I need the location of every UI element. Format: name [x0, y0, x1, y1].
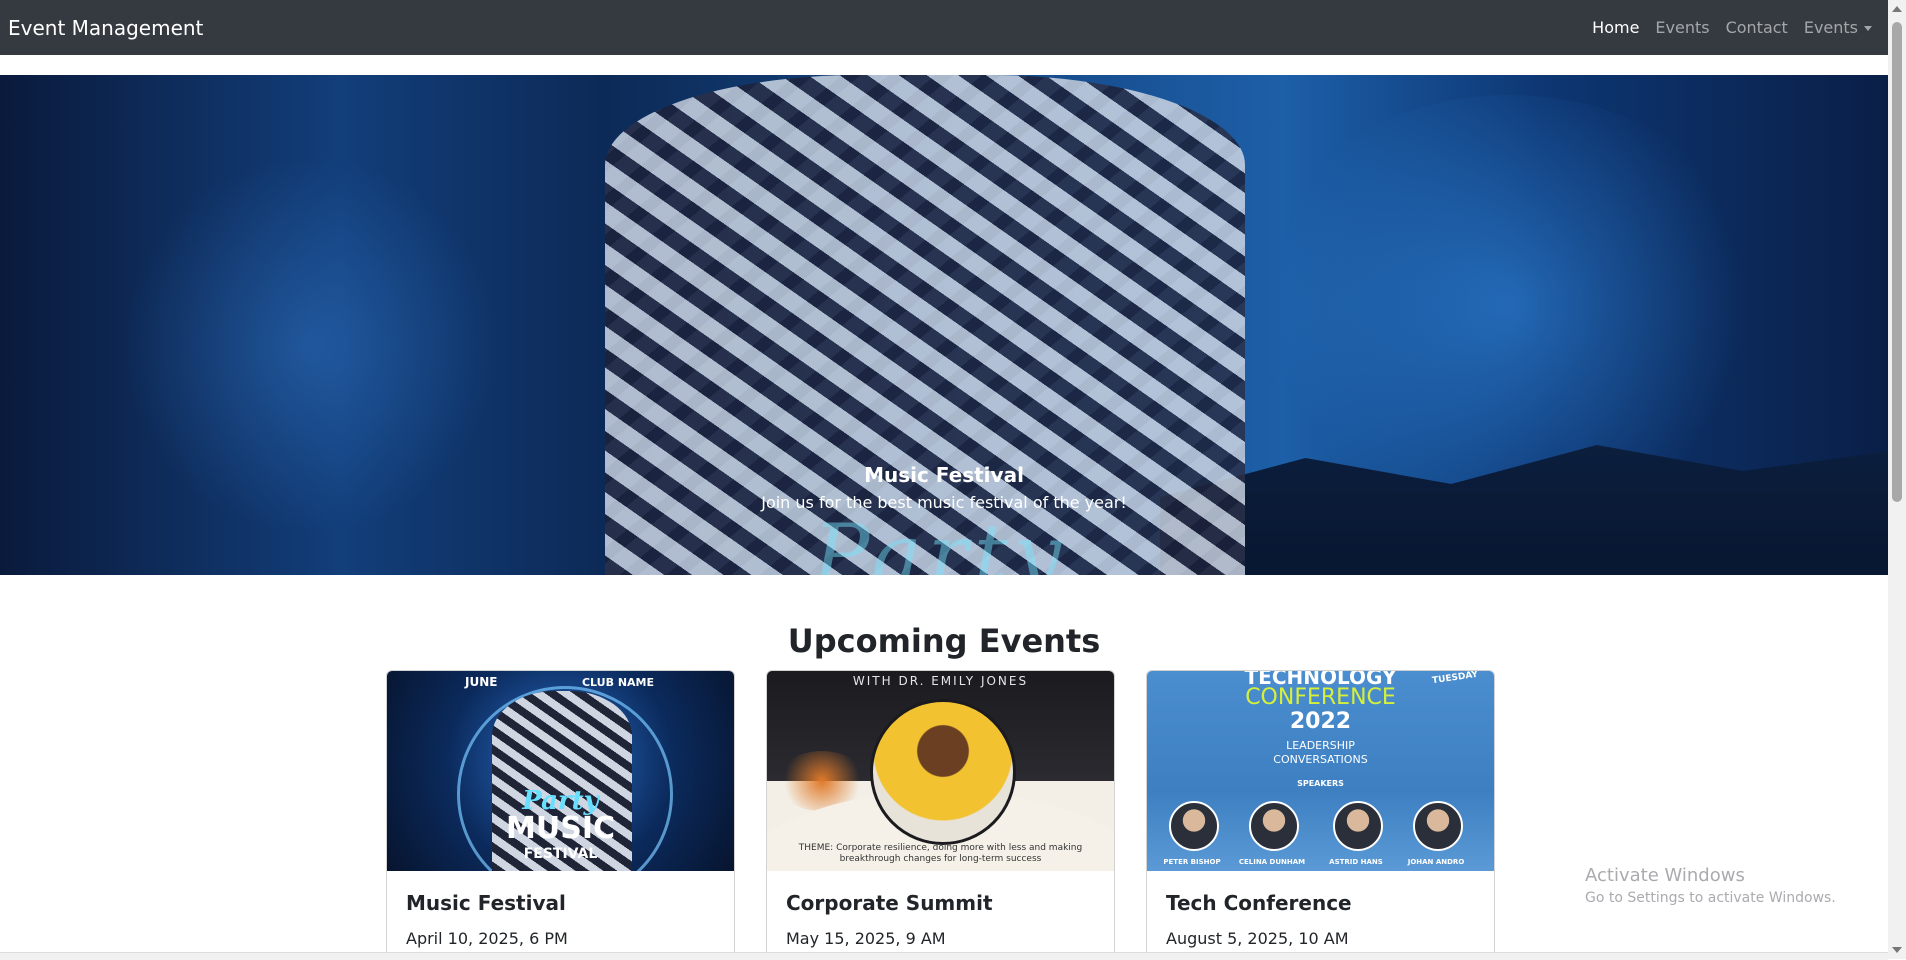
event-card-corporate[interactable]: WITH DR. EMILY JONES THEME: Corporate re… — [766, 670, 1115, 960]
card-date: May 15, 2025, 9 AM — [786, 929, 946, 948]
poster-speakers-label: SPEAKERS — [1297, 779, 1344, 788]
scroll-thumb[interactable] — [1892, 22, 1902, 502]
speaker-avatar — [1169, 801, 1219, 851]
card-title: Tech Conference — [1166, 891, 1352, 915]
vertical-scrollbar[interactable] — [1888, 0, 1906, 959]
event-card-music[interactable]: JUNE CLUB NAME Party MUSIC FESTIVAL Musi… — [386, 670, 735, 960]
event-card-tech[interactable]: TECHNOLOGY TUESDAY CONFERENCE 2022 LEADE… — [1146, 670, 1495, 960]
speaker-avatar — [1249, 801, 1299, 851]
activate-windows-watermark: Activate Windows Go to Settings to activ… — [1585, 865, 1836, 906]
poster-year: 2022 — [1289, 709, 1352, 734]
activate-title: Activate Windows — [1585, 865, 1745, 886]
scroll-down-icon[interactable] — [1892, 947, 1902, 953]
card-title: Corporate Summit — [786, 891, 993, 915]
poster-sub2: CONVERSATIONS — [1273, 753, 1368, 766]
speaker-portrait — [870, 699, 1016, 845]
activate-subtitle: Go to Settings to activate Windows. — [1585, 890, 1836, 906]
nav-events[interactable]: Events — [1647, 18, 1717, 37]
nav-home[interactable]: Home — [1584, 18, 1647, 37]
navbar: Event Management Home Events Contact Eve… — [0, 0, 1888, 55]
scroll-up-icon[interactable] — [1892, 6, 1902, 12]
card-body: Music Festival April 10, 2025, 6 PM — [387, 871, 734, 959]
hero-neon-script: Party — [812, 506, 1068, 575]
poster-sub1: LEADERSHIP — [1286, 739, 1355, 752]
poster-music: MUSIC — [506, 811, 615, 846]
poster-theme: THEME: Corporate resilience, doing more … — [798, 843, 1083, 864]
speaker-name: JOHAN ANDRO — [1407, 858, 1465, 866]
poster-festival: FESTIVAL — [523, 846, 598, 862]
speaker-avatar — [1413, 801, 1463, 851]
nav-events-dropdown[interactable]: Events — [1796, 18, 1880, 37]
card-body: Corporate Summit May 15, 2025, 9 AM — [767, 871, 1114, 959]
speaker-avatar — [1333, 801, 1383, 851]
poster-month: JUNE — [465, 675, 498, 689]
section-title: Upcoming Events — [787, 622, 1101, 660]
hero-carousel[interactable]: Party Music Festival Join us for the bes… — [0, 75, 1888, 575]
hero-text: Join us for the best music festival of t… — [761, 493, 1127, 512]
card-body: Tech Conference August 5, 2025, 10 AM — [1147, 871, 1494, 959]
card-date: August 5, 2025, 10 AM — [1166, 929, 1349, 948]
nav-contact[interactable]: Contact — [1718, 18, 1796, 37]
nav-links: Home Events Contact Events — [1584, 18, 1880, 37]
speaker-name: CELINA DUNHAM — [1238, 858, 1306, 866]
hero-title: Music Festival — [864, 463, 1024, 487]
hero-caption: Music Festival Join us for the best musi… — [0, 463, 1888, 512]
speaker-name: PETER BISHOP — [1163, 858, 1221, 866]
caret-down-icon — [1864, 26, 1872, 31]
poster-header: WITH DR. EMILY JONES — [852, 674, 1029, 688]
poster-line2: CONFERENCE — [1245, 685, 1396, 710]
card-date: April 10, 2025, 6 PM — [406, 929, 568, 948]
music-festival-image: JUNE CLUB NAME Party MUSIC FESTIVAL — [387, 671, 734, 871]
hero-glow-right — [1250, 95, 1770, 515]
brand-link[interactable]: Event Management — [8, 16, 203, 40]
corporate-summit-image: WITH DR. EMILY JONES THEME: Corporate re… — [767, 671, 1114, 871]
tech-conference-image: TECHNOLOGY TUESDAY CONFERENCE 2022 LEADE… — [1147, 671, 1494, 871]
card-title: Music Festival — [406, 891, 566, 915]
nav-events-dropdown-label: Events — [1803, 18, 1858, 37]
speaker-name: ASTRID HANS — [1329, 858, 1383, 866]
poster-club: CLUB NAME — [581, 676, 654, 689]
